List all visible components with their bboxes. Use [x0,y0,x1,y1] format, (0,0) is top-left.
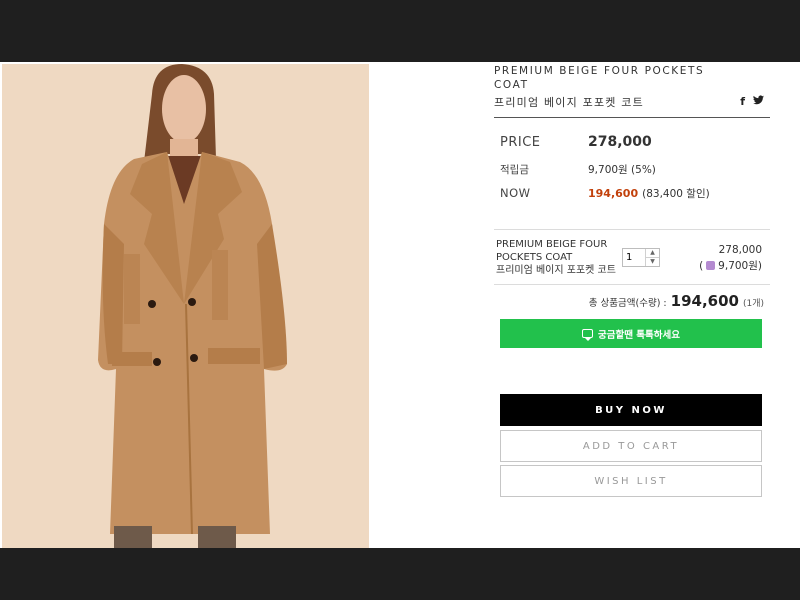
now-label: NOW [500,186,531,200]
total-value: 194,600 [670,292,739,310]
option-divider [494,284,770,285]
product-title-ko: 프리미엄 베이지 포포켓 코트 [494,96,644,109]
total-count: (1개) [742,299,764,309]
points-row: 적립금 9,700원 (5%) [500,162,656,177]
wish-list-button[interactable]: WISH LIST [500,465,762,497]
price-box: PRICE 278,000 적립금 9,700원 (5%) NOW 194,60… [494,126,770,210]
option-name: PREMIUM BEIGE FOUR POCKETS COAT 프리미엄 베이지… [496,238,626,277]
quantity-input[interactable] [623,249,645,266]
add-to-cart-button[interactable]: ADD TO CART [500,430,762,462]
buy-now-button[interactable]: BUY NOW [500,394,762,426]
option-points: ( 9,700원) [699,258,762,273]
points-label: 적립금 [500,164,529,176]
stepper-up-icon[interactable]: ▲ [646,249,659,257]
option-price: 278,000 [718,244,762,256]
stepper-arrows: ▲ ▼ [645,249,659,266]
product-title-en: PREMIUM BEIGE FOUR POCKETS COAT [494,65,705,91]
now-value: 194,600 [588,187,639,200]
bottom-frame [0,548,800,600]
twitter-bird-shape [753,95,764,105]
talk-bubble-icon [582,329,594,341]
now-row: NOW 194,600 (83,400 할인) [500,186,710,201]
option-points-value: 9,700원) [718,260,762,272]
now-discount: (83,400 할인) [642,188,710,200]
top-frame [0,0,800,62]
twitter-icon[interactable] [753,95,764,108]
selected-option: PREMIUM BEIGE FOUR POCKETS COAT 프리미엄 베이지… [494,234,770,284]
talk-button-label: 궁금할땐 톡톡하세요 [598,329,680,341]
stepper-down-icon[interactable]: ▼ [646,257,659,265]
price-divider [494,229,770,230]
total-label: 총 상품금액(수량) : [588,298,667,309]
product-photo [2,64,369,548]
price-value: 278,000 [588,134,652,150]
option-name-en: PREMIUM BEIGE FOUR POCKETS COAT [496,239,608,263]
option-points-prefix: ( [699,259,704,272]
points-icon [706,261,716,270]
price-row: PRICE 278,000 [500,134,652,150]
coat-illustration [2,64,369,548]
facebook-icon[interactable]: f [740,95,745,108]
quantity-stepper: ▲ ▼ [622,248,660,267]
option-name-ko: 프리미엄 베이지 포포켓 코트 [496,265,616,276]
product-page: PREMIUM BEIGE FOUR POCKETS COAT 프리미엄 베이지… [0,62,800,548]
total-summary: 총 상품금액(수량) : 194,600 (1개) [589,292,764,310]
product-info: PREMIUM BEIGE FOUR POCKETS COAT 프리미엄 베이지… [494,62,770,548]
points-value: 9,700원 (5%) [588,164,656,176]
title-divider [494,117,770,118]
price-label: PRICE [500,135,541,150]
talk-talk-button[interactable]: 궁금할땐 톡톡하세요 [500,319,762,348]
social-links: f [740,95,764,108]
